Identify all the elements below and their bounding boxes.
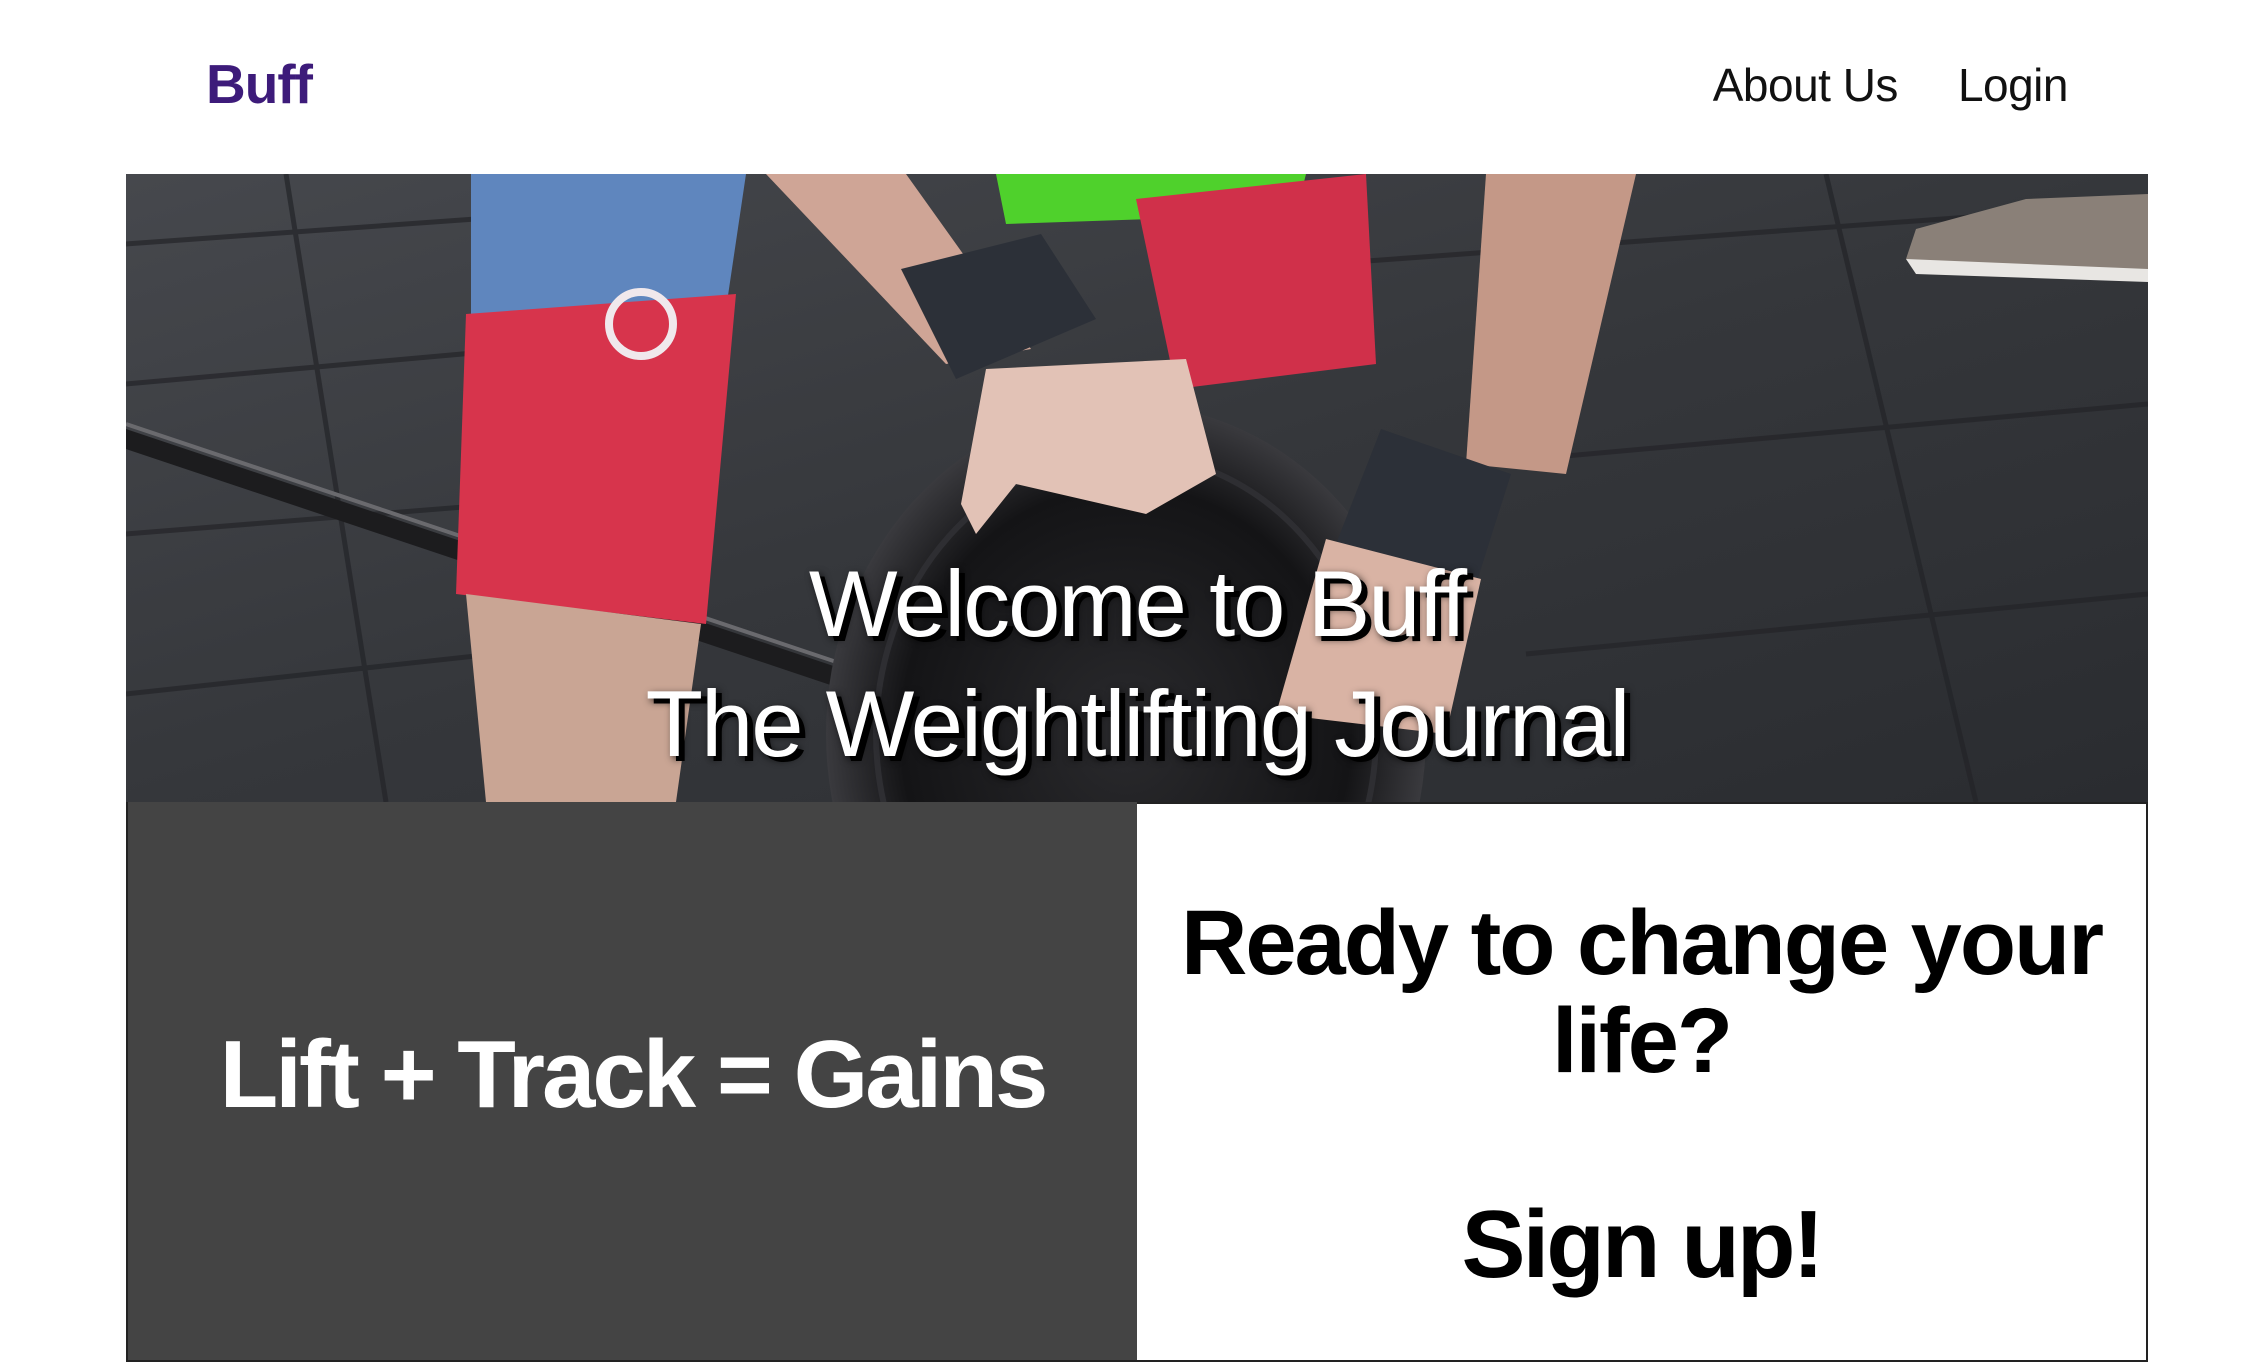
cta-question: Ready to change your life? [1180, 892, 2104, 1092]
signup-panel: Ready to change your life? Sign up! [1137, 802, 2148, 1362]
nav-about-us[interactable]: About Us [1713, 58, 1899, 112]
main-nav: About Us Login [1713, 58, 2069, 112]
hero-banner: Welcome to Buff The Weightlifting Journa… [126, 174, 2148, 802]
tagline-panel: Lift + Track = Gains [126, 802, 1137, 1362]
tagline: Lift + Track = Gains [219, 1021, 1049, 1128]
brand-logo[interactable]: Buff [206, 52, 313, 116]
site-header: Buff About Us Login [0, 0, 2268, 172]
nav-login[interactable]: Login [1958, 58, 2069, 112]
hero-title-line-2: The Weightlifting Journal [645, 671, 1631, 776]
hero-title: Welcome to Buff The Weightlifting Journa… [126, 544, 2148, 784]
signup-link[interactable]: Sign up! [1462, 1190, 1825, 1300]
hero-title-line-1: Welcome to Buff [808, 551, 1467, 656]
